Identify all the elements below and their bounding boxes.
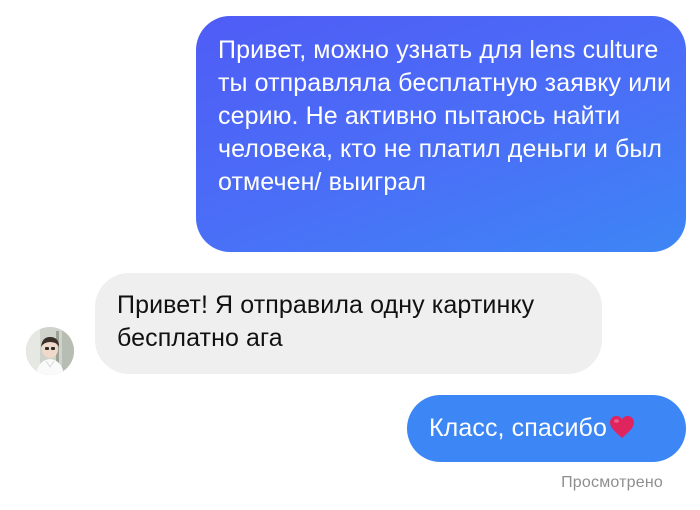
incoming-message-bubble[interactable]: Привет! Я отправила одну картинку беспла…	[95, 273, 602, 374]
seen-status: Просмотрено	[561, 474, 663, 491]
outgoing-message-bubble[interactable]: Класс, спасибо	[407, 395, 686, 462]
heart-emoji-icon	[609, 415, 635, 439]
avatar-photo	[26, 327, 74, 375]
outgoing-message-bubble[interactable]: Привет, можно узнать для lens culture ты…	[196, 16, 686, 252]
contact-avatar[interactable]	[26, 327, 74, 375]
message-text: Класс, спасибо	[429, 414, 607, 442]
